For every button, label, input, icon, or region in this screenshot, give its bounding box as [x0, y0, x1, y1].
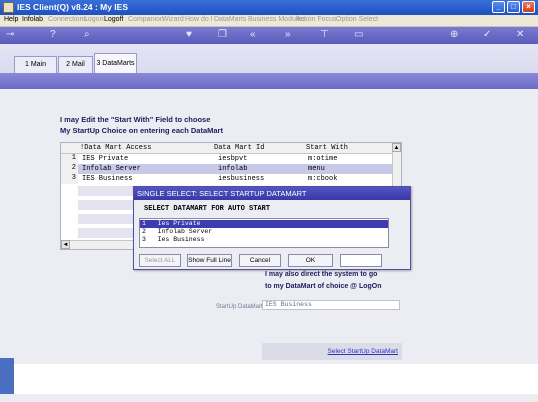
heart-icon[interactable]: ♥ [186, 29, 192, 41]
forward-icon[interactable]: » [285, 29, 291, 41]
help-icon[interactable]: ? [50, 29, 56, 41]
search-icon[interactable]: ⌕ [84, 29, 90, 41]
menu-action-focus[interactable]: Action Focus [296, 16, 336, 23]
row-start[interactable]: m:cbook [308, 175, 337, 183]
row-start[interactable]: menu [308, 165, 325, 173]
rewind-icon[interactable]: « [250, 29, 256, 41]
menu-connections[interactable]: Connections [48, 16, 87, 23]
copy-icon[interactable]: ❐ [218, 29, 227, 41]
check-icon[interactable]: ✓ [483, 29, 491, 41]
row-name: Infolab Server [82, 165, 141, 173]
window-title: IES Client(Q) v8.24 : My IES [17, 2, 129, 12]
menu-datamarts[interactable]: DataMarts [214, 16, 246, 23]
list-item[interactable]: 3 Ies Business [140, 236, 388, 244]
maximize-button[interactable]: □ [507, 1, 520, 13]
scroll-left-icon[interactable]: ◄ [61, 240, 70, 249]
list-item[interactable]: 1 Ies Private [140, 220, 388, 228]
menu-infolab[interactable]: Infolab [22, 16, 43, 23]
empty-row [78, 200, 138, 210]
list-item[interactable]: 2 Infolab Server [140, 228, 388, 236]
table-row[interactable]: 3 IES Business iesbusiness m:cbook [61, 174, 393, 184]
status-strip [0, 394, 538, 402]
menu-logon[interactable]: Logon [84, 16, 103, 23]
close-button[interactable]: × [522, 1, 535, 13]
cancel-button[interactable]: Cancel [239, 254, 281, 267]
select-startup-datamart-link[interactable]: Select StartUp DataMart [328, 348, 398, 355]
app-icon [3, 2, 14, 13]
document-icon[interactable]: ▭ [354, 29, 363, 41]
menu-help[interactable]: Help [4, 16, 18, 23]
select-datamart-dialog: SINGLE SELECT: SELECT STARTUP DATAMART S… [133, 186, 411, 270]
empty-row [78, 186, 138, 196]
col-header-access[interactable]: !Data Mart Access [80, 144, 151, 152]
row-number: 1 [61, 154, 78, 164]
note-line-2: to my DataMart of choice @ LogOn [265, 283, 382, 290]
row-start[interactable]: m:otime [308, 155, 337, 163]
menu-bar: Help Infolab Connections Logon Logoff Co… [0, 15, 538, 27]
row-name: IES Business [82, 175, 133, 183]
title-bar: IES Client(Q) v8.24 : My IES _ □ × [0, 0, 538, 15]
col-header-id[interactable]: Data Mart Id [214, 144, 264, 152]
row-number: 2 [61, 164, 78, 174]
table-row[interactable]: 1 IES Private iesbpvt m:otime [61, 154, 393, 164]
dialog-input[interactable] [340, 254, 382, 267]
instruction-line-2: My StartUp Choice on entering each DataM… [60, 126, 223, 135]
row-number: 3 [61, 174, 78, 184]
tab-mail[interactable]: 2 Mail [58, 56, 93, 73]
startup-datamart-label: StartUp DataMart [216, 304, 263, 310]
row-id: iesbpvt [218, 155, 248, 163]
tab-main[interactable]: 1 Main [14, 56, 57, 73]
menu-wizard[interactable]: Wizard [162, 16, 184, 23]
grid-header: !Data Mart Access Data Mart Id Start Wit… [61, 143, 393, 154]
show-full-line-button[interactable]: Show Full Line [187, 254, 232, 267]
instruction-line-1: I may Edit the "Start With" Field to cho… [60, 115, 211, 124]
empty-row [78, 214, 138, 224]
table-row[interactable]: 2 Infolab Server infolab menu [61, 164, 393, 174]
startup-datamart-field[interactable]: IES Business [262, 300, 400, 310]
menu-how-do-i[interactable]: How do I [185, 16, 213, 23]
menu-logoff[interactable]: Logoff [104, 16, 123, 23]
filter-icon[interactable]: ⊤ [320, 29, 329, 41]
row-name: IES Private [82, 155, 129, 163]
add-icon[interactable]: ⊕ [450, 29, 458, 41]
scroll-up-icon[interactable]: ▲ [392, 143, 401, 152]
ok-button[interactable]: OK [288, 254, 333, 267]
toolbar: ⊸ ? ⌕ ♥ ❐ « » ⊤ ▭ ⊕ ✓ ✕ [0, 27, 538, 44]
row-id: iesbusiness [218, 175, 265, 183]
menu-option-select[interactable]: Option Select [336, 16, 378, 23]
row-id: infolab [218, 165, 248, 173]
cancel-icon[interactable]: ✕ [516, 29, 524, 41]
empty-row [78, 228, 138, 238]
datamart-list[interactable]: 1 Ies Private 2 Infolab Server 3 Ies Bus… [139, 218, 389, 248]
key-icon[interactable]: ⊸ [6, 29, 14, 41]
select-all-button[interactable]: Select ALL [139, 254, 181, 267]
dialog-title: SINGLE SELECT: SELECT STARTUP DATAMART [134, 187, 410, 200]
col-header-start[interactable]: Start With [306, 144, 348, 152]
tab-strip [0, 73, 538, 89]
tab-datamarts[interactable]: 3 DataMarts [94, 53, 137, 73]
menu-companion[interactable]: Companion [128, 16, 164, 23]
note-line-1: I may also direct the system to go [265, 271, 378, 278]
link-bar: Select StartUp DataMart [262, 343, 402, 360]
dialog-heading: SELECT DATAMART FOR AUTO START [144, 205, 271, 213]
minimize-button[interactable]: _ [492, 1, 505, 13]
